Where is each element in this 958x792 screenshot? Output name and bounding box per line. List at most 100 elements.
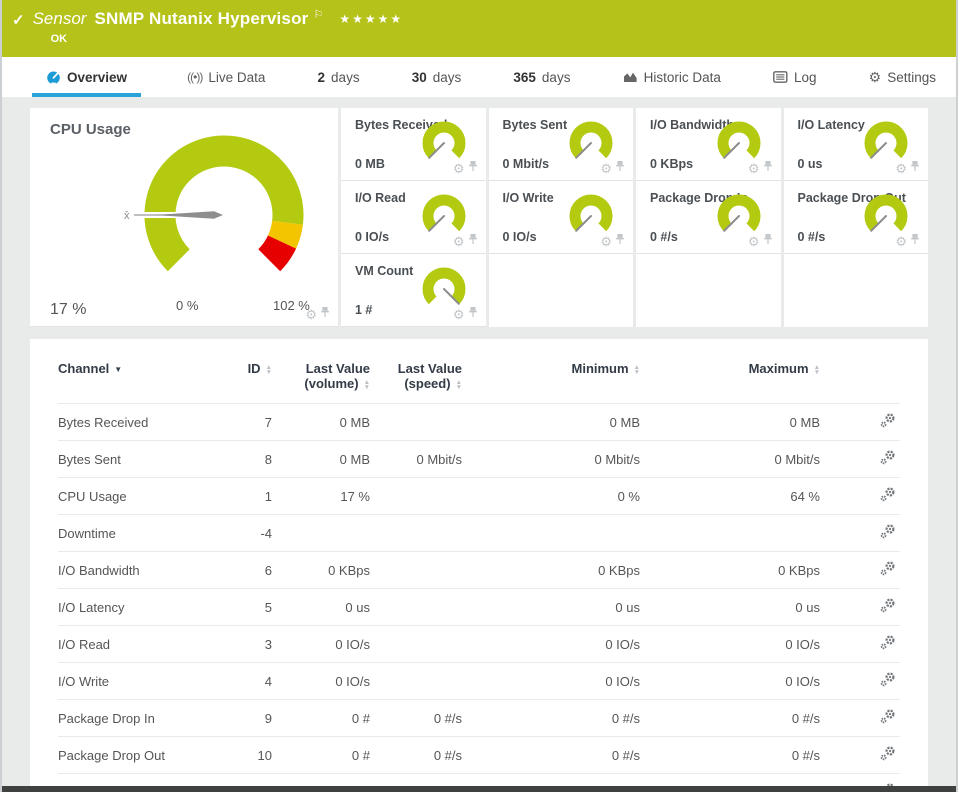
table-row: VM Count 2 1 # 1 # 1 #	[58, 774, 900, 787]
priority-stars[interactable]: ★★★★★	[339, 12, 403, 26]
cpu-gauge-dial: x̄	[96, 111, 336, 311]
gear-icon[interactable]: ⚙	[453, 235, 465, 248]
channel-settings-icon[interactable]	[880, 487, 896, 505]
pin-icon[interactable]	[615, 159, 625, 177]
minimum-value: 0 KBps	[462, 552, 640, 589]
gauge-current-value: 0 #/s	[798, 230, 826, 244]
gauge-current-value: 0 IO/s	[503, 230, 537, 244]
mini-gauge-package-drop-in: Package Drop In 0 #/s ⚙	[636, 181, 781, 254]
channel-settings-icon[interactable]	[880, 598, 896, 616]
tab-365-days[interactable]: 365 days	[507, 57, 576, 97]
minimum-value: 0 IO/s	[462, 626, 640, 663]
channel-name: I/O Bandwidth	[58, 552, 216, 589]
channel-name: Downtime	[58, 515, 216, 552]
channel-settings-icon[interactable]	[880, 413, 896, 431]
gear-icon[interactable]: ⚙	[895, 162, 907, 175]
gear-icon[interactable]: ⚙	[600, 235, 612, 248]
last-value-speed	[370, 774, 462, 787]
pin-icon[interactable]	[910, 232, 920, 250]
column-header-maximum[interactable]: Maximum▲▼	[640, 347, 820, 404]
channel-name: I/O Latency	[58, 589, 216, 626]
gauge-title: I/O Read	[355, 191, 406, 205]
chart-icon	[623, 71, 638, 83]
object-type-label: Sensor	[33, 9, 87, 29]
gauge-title: VM Count	[355, 264, 413, 278]
channel-id: 1	[216, 478, 272, 515]
tab-live-data[interactable]: ((•)) Live Data	[181, 57, 271, 97]
table-row: Downtime -4	[58, 515, 900, 552]
mini-gauge-io-write: I/O Write 0 IO/s ⚙	[489, 181, 634, 254]
gear-icon[interactable]: ⚙	[453, 308, 465, 321]
tab-label: days	[542, 70, 571, 85]
column-header-last-value-volume[interactable]: Last Value(volume)▲▼	[272, 347, 370, 404]
table-row: Bytes Received 7 0 MB 0 MB 0 MB	[58, 404, 900, 441]
maximum-value	[640, 515, 820, 552]
tab-log[interactable]: Log	[767, 57, 823, 97]
last-value-speed	[370, 589, 462, 626]
channel-table: Channel▼ ID▲▼ Last Value(volume)▲▼ Last …	[58, 347, 900, 786]
column-header-channel[interactable]: Channel▼	[58, 347, 216, 404]
gauge-icon	[46, 70, 61, 85]
tab-settings[interactable]: ⚙ Settings	[863, 57, 942, 97]
gear-icon[interactable]: ⚙	[305, 308, 317, 321]
gauge-current-value: 0 #/s	[650, 230, 678, 244]
channel-settings-icon[interactable]	[880, 561, 896, 579]
gauge-scale-max: 102 %	[273, 298, 310, 313]
column-header-minimum[interactable]: Minimum▲▼	[462, 347, 640, 404]
gear-icon[interactable]: ⚙	[748, 235, 760, 248]
gauge-current-value: 1 #	[355, 303, 372, 317]
column-header-last-value-speed[interactable]: Last Value(speed)▲▼	[370, 347, 462, 404]
pin-icon[interactable]	[468, 232, 478, 250]
channel-name: Package Drop In	[58, 700, 216, 737]
pin-icon[interactable]	[468, 305, 478, 323]
pin-icon[interactable]	[763, 159, 773, 177]
tab-bar: Overview ((•)) Live Data 2 days 30 days …	[2, 57, 956, 97]
empty-panel	[489, 254, 634, 327]
channel-settings-icon[interactable]	[880, 709, 896, 727]
channel-id: 5	[216, 589, 272, 626]
minimum-value: 0 MB	[462, 404, 640, 441]
tab-30-days[interactable]: 30 days	[406, 57, 468, 97]
bottom-status-bar	[2, 786, 956, 792]
log-icon	[773, 71, 788, 83]
channel-name: I/O Read	[58, 626, 216, 663]
tab-overview[interactable]: Overview	[32, 57, 141, 97]
channel-settings-icon[interactable]	[880, 746, 896, 764]
channel-settings-icon[interactable]	[880, 524, 896, 542]
pin-icon[interactable]	[910, 159, 920, 177]
status-check-icon: ✓	[12, 11, 25, 29]
table-row: I/O Write 4 0 IO/s 0 IO/s 0 IO/s	[58, 663, 900, 700]
minimum-value: 0 #/s	[462, 700, 640, 737]
last-value-speed: 0 #/s	[370, 700, 462, 737]
table-row: I/O Bandwidth 6 0 KBps 0 KBps 0 KBps	[58, 552, 900, 589]
channel-table-panel: Channel▼ ID▲▼ Last Value(volume)▲▼ Last …	[30, 339, 928, 786]
gear-icon[interactable]: ⚙	[895, 235, 907, 248]
tab-historic-data[interactable]: Historic Data	[617, 57, 727, 97]
gear-icon[interactable]: ⚙	[453, 162, 465, 175]
channel-settings-icon[interactable]	[880, 450, 896, 468]
pin-icon[interactable]	[763, 232, 773, 250]
mini-gauge-package-drop-out: Package Drop Out 0 #/s ⚙	[784, 181, 929, 254]
last-value-volume: 0 #	[272, 700, 370, 737]
pin-icon[interactable]	[320, 305, 330, 323]
mini-gauge-bytes-received: Bytes Received 0 MB ⚙	[341, 108, 486, 181]
channel-settings-icon[interactable]	[880, 672, 896, 690]
gear-icon[interactable]: ⚙	[600, 162, 612, 175]
tab-2-days[interactable]: 2 days	[312, 57, 366, 97]
tab-label: days	[331, 70, 360, 85]
flag-icon[interactable]: ⚐	[313, 8, 323, 21]
sensor-header: ✓ Sensor SNMP Nutanix Hypervisor ⚐ ★★★★★…	[2, 0, 956, 57]
table-row: I/O Latency 5 0 us 0 us 0 us	[58, 589, 900, 626]
mini-gauge-vm-count: VM Count 1 # ⚙	[341, 254, 486, 327]
tab-label: Settings	[887, 70, 936, 85]
gear-icon[interactable]: ⚙	[748, 162, 760, 175]
column-header-id[interactable]: ID▲▼	[216, 347, 272, 404]
channel-name: Package Drop Out	[58, 737, 216, 774]
minimum-value: 0 IO/s	[462, 663, 640, 700]
channel-settings-icon[interactable]	[880, 635, 896, 653]
last-value-volume: 1 #	[272, 774, 370, 787]
last-value-speed	[370, 663, 462, 700]
pin-icon[interactable]	[615, 232, 625, 250]
last-value-volume: 0 us	[272, 589, 370, 626]
pin-icon[interactable]	[468, 159, 478, 177]
